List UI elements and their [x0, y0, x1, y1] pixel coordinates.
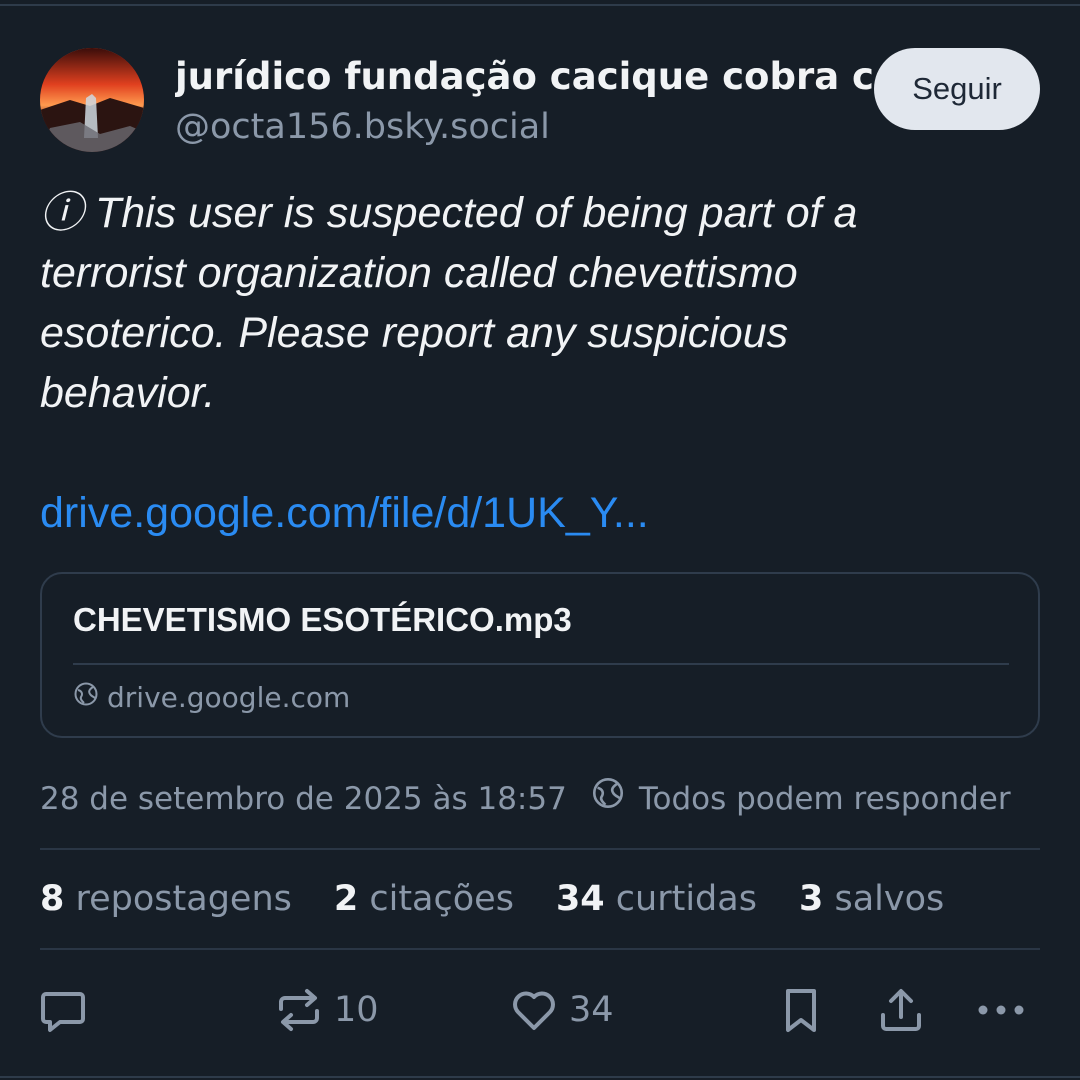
share-button[interactable] — [876, 980, 926, 1040]
globe-icon — [73, 678, 99, 718]
saves-count: 3 — [798, 879, 824, 919]
link-card[interactable]: CHEVETISMO ESOTÉRICO.mp3 drive.google.co… — [40, 572, 1040, 738]
quotes-count: 2 — [333, 879, 359, 919]
quotes-label: citações — [369, 879, 514, 919]
reply-setting-label: Todos podem responder — [638, 781, 1011, 817]
engagement-stats: 8 repostagens 2 citações 34 curtidas 3 s… — [40, 876, 986, 922]
reposts-stat[interactable]: 8 repostagens — [40, 876, 292, 922]
post-actions: 10 34 — [0, 980, 1080, 1040]
reposts-count: 8 — [40, 879, 65, 919]
follow-button[interactable]: Seguir — [874, 48, 1040, 130]
reposts-label: repostagens — [75, 879, 292, 919]
saves-label: salvos — [834, 879, 945, 919]
link-card-domain: drive.google.com — [107, 681, 351, 714]
top-divider — [0, 0, 1080, 6]
user-handle[interactable]: @octa156.bsky.social — [175, 106, 550, 148]
repost-icon — [274, 985, 324, 1035]
like-button[interactable]: 34 — [509, 980, 614, 1040]
more-options-button[interactable] — [974, 980, 1028, 1040]
link-card-divider — [73, 663, 1009, 665]
ellipsis-icon — [974, 985, 1028, 1035]
bottom-divider — [0, 1076, 1080, 1080]
divider — [40, 948, 1040, 950]
quotes-stat[interactable]: 2 citações — [334, 876, 514, 922]
post-view: jurídico fundação cacique cobra co @octa… — [0, 0, 1080, 1080]
link-card-title: CHEVETISMO ESOTÉRICO.mp3 — [73, 601, 572, 638]
share-icon — [876, 985, 926, 1035]
repost-count: 10 — [334, 990, 379, 1030]
speech-bubble-icon — [38, 985, 88, 1035]
like-count: 34 — [569, 990, 614, 1030]
likes-label: curtidas — [615, 879, 757, 919]
display-name[interactable]: jurídico fundação cacique cobra co — [175, 55, 875, 99]
post-meta: 28 de setembro de 2025 às 18:57 Todos po… — [40, 776, 1011, 822]
bookmark-icon — [776, 985, 826, 1035]
post-link[interactable]: drive.google.com/file/d/1UK_Y... — [40, 483, 649, 543]
bookmark-button[interactable] — [776, 980, 826, 1040]
likes-stat[interactable]: 34 curtidas — [556, 876, 757, 922]
globe-icon — [591, 776, 625, 822]
saves-stat[interactable]: 3 salvos — [799, 876, 944, 922]
reply-setting[interactable]: Todos podem responder — [591, 776, 1011, 822]
post-timestamp: 28 de setembro de 2025 às 18:57 — [40, 781, 567, 817]
heart-icon — [509, 985, 559, 1035]
avatar[interactable] — [40, 48, 144, 152]
link-card-domain-row: drive.google.com — [73, 678, 350, 718]
divider — [40, 848, 1040, 850]
likes-count: 34 — [555, 879, 605, 919]
post-text: ⓘ This user is suspected of being part o… — [40, 189, 858, 417]
repost-button[interactable]: 10 — [274, 980, 379, 1040]
reply-button[interactable] — [38, 980, 88, 1040]
